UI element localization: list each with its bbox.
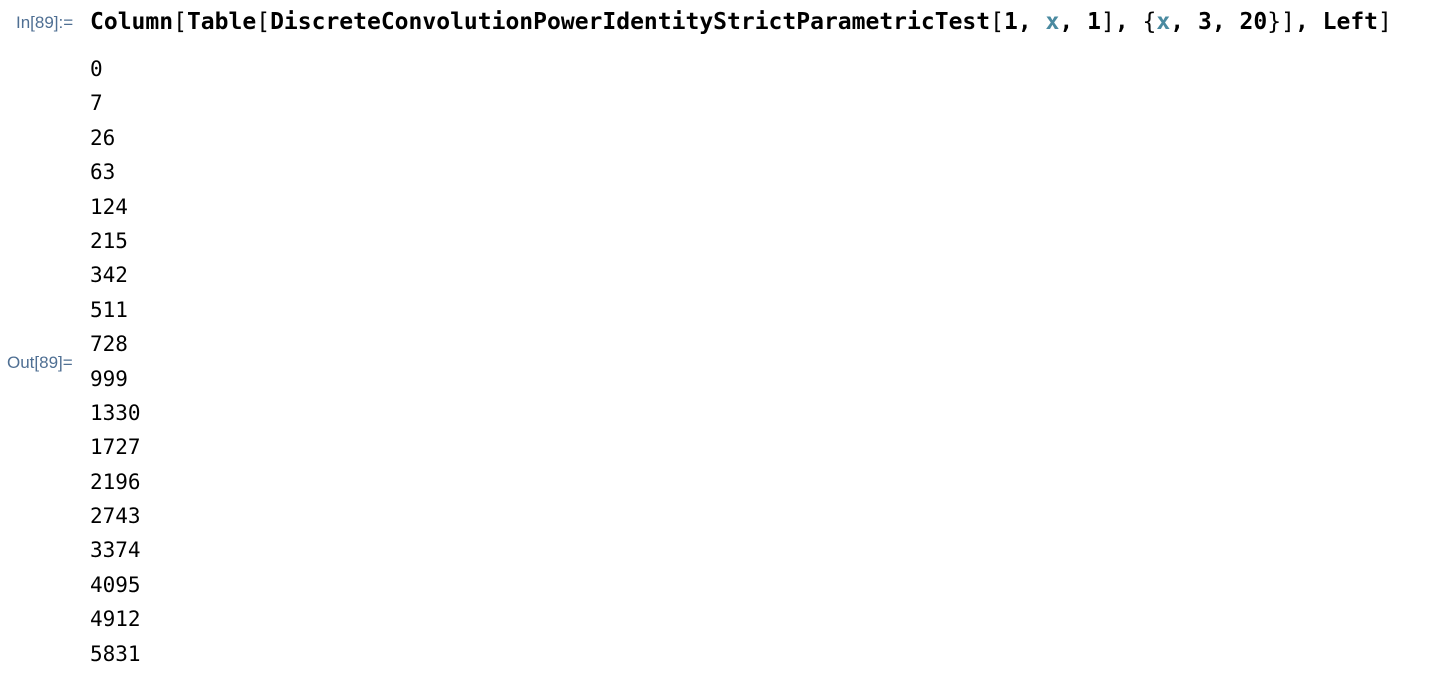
- code-token: }: [1267, 9, 1282, 35]
- output-value: 728: [90, 332, 128, 357]
- code-token: Left: [1322, 9, 1379, 35]
- code-token: x: [1156, 9, 1171, 35]
- input-cell-label: In[89]:=: [16, 13, 74, 32]
- code-token: Table: [186, 9, 257, 35]
- code-token: ]: [1281, 9, 1295, 35]
- output-value: 5831: [90, 641, 141, 666]
- output-value: 124: [90, 194, 128, 219]
- code-token: 1: [1003, 9, 1018, 35]
- output-value: 342: [90, 263, 128, 288]
- output-value: 4095: [90, 572, 141, 597]
- output-value: 0: [90, 57, 103, 81]
- code-token: ,: [1059, 9, 1088, 35]
- code-token: 1: [1087, 9, 1101, 35]
- output-value: 26: [90, 125, 116, 150]
- code-token: ,: [1294, 9, 1323, 35]
- code-token: 20: [1239, 9, 1268, 35]
- code-token: [: [990, 9, 1004, 35]
- output-value: 2743: [90, 504, 141, 529]
- code-token: x: [1045, 9, 1060, 35]
- code-token: Column: [90, 9, 174, 35]
- output-value: 7: [90, 91, 103, 116]
- code-token: 3: [1197, 9, 1212, 35]
- output-value: 1727: [90, 435, 141, 460]
- code-token: DiscreteConvolutionPowerIdentityStrictPa…: [270, 9, 991, 35]
- code-token: ,: [1211, 9, 1240, 35]
- output-value: 999: [90, 366, 128, 391]
- output-value: 3374: [90, 538, 141, 563]
- output-column: 0 7 26 63 124 215 342 511 728 999 1330 1727 2196 2743…: [90, 52, 141, 671]
- output-value: 4912: [90, 607, 141, 632]
- code-token: ]: [1100, 9, 1115, 35]
- output-value: 511: [90, 297, 128, 322]
- output-value: 215: [90, 228, 128, 253]
- output-value: 63: [90, 160, 116, 185]
- code-token: {: [1142, 9, 1157, 35]
- output-value: 2196: [90, 469, 141, 494]
- code-token: ]: [1378, 9, 1392, 35]
- output-cell-label: Out[89]=: [7, 353, 73, 372]
- code-token: [: [256, 9, 271, 35]
- output-value: 1330: [90, 400, 141, 425]
- code-token: ,: [1170, 9, 1198, 35]
- code-token: ,: [1017, 9, 1046, 35]
- code-token: ,: [1114, 9, 1143, 35]
- input-code[interactable]: Column[Table[DiscreteConvolutionPowerIde…: [90, 6, 1392, 38]
- code-token: [: [173, 9, 187, 35]
